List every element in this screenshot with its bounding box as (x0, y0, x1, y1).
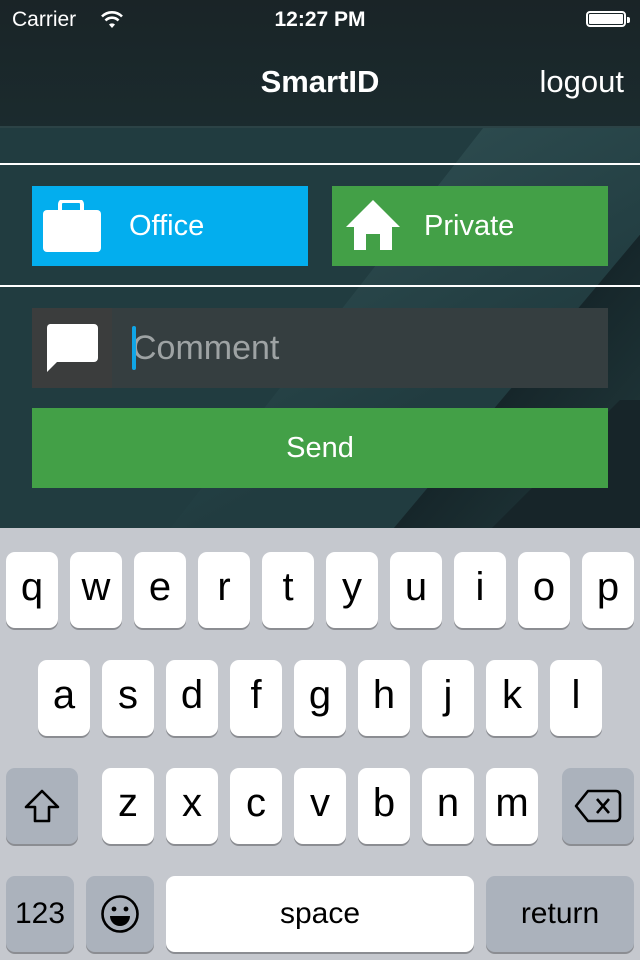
key-j[interactable]: j (422, 660, 474, 736)
office-label: Office (129, 210, 205, 242)
key-h[interactable]: h (358, 660, 410, 736)
key-u[interactable]: u (390, 552, 442, 628)
comment-input[interactable] (132, 308, 602, 388)
key-o[interactable]: o (518, 552, 570, 628)
key-z[interactable]: z (102, 768, 154, 844)
text-cursor (132, 326, 136, 370)
key-l[interactable]: l (550, 660, 602, 736)
briefcase-icon (43, 200, 101, 252)
office-button[interactable]: Office (32, 186, 308, 266)
key-q[interactable]: q (6, 552, 58, 628)
key-f[interactable]: f (230, 660, 282, 736)
key-v[interactable]: v (294, 768, 346, 844)
keyboard: 123 space return qwertyuiop asdfghjkl zxcv… (0, 528, 640, 960)
return-key[interactable]: return (486, 876, 634, 952)
space-key[interactable]: space (166, 876, 474, 952)
key-d[interactable]: d (166, 660, 218, 736)
logout-button[interactable]: logout (540, 64, 624, 100)
key-b[interactable]: b (358, 768, 410, 844)
key-m[interactable]: m (486, 768, 538, 844)
key-t[interactable]: t (262, 552, 314, 628)
key-x[interactable]: x (166, 768, 218, 844)
numbers-key[interactable]: 123 (6, 876, 74, 952)
shift-icon (24, 789, 60, 823)
private-label: Private (424, 210, 515, 242)
comment-icon-container (32, 308, 112, 388)
key-k[interactable]: k (486, 660, 538, 736)
backspace-icon (574, 789, 622, 823)
key-p[interactable]: p (582, 552, 634, 628)
key-i[interactable]: i (454, 552, 506, 628)
key-s[interactable]: s (102, 660, 154, 736)
home-icon (346, 200, 400, 250)
emoji-key[interactable] (86, 876, 154, 952)
emoji-icon (101, 895, 139, 933)
key-n[interactable]: n (422, 768, 474, 844)
key-w[interactable]: w (70, 552, 122, 628)
key-y[interactable]: y (326, 552, 378, 628)
private-button[interactable]: Private (332, 186, 608, 266)
comment-field[interactable] (32, 308, 608, 388)
delete-key[interactable] (562, 768, 634, 844)
status-time: 12:27 PM (274, 8, 366, 31)
key-g[interactable]: g (294, 660, 346, 736)
divider (0, 163, 640, 165)
key-a[interactable]: a (38, 660, 90, 736)
battery-full-icon (586, 11, 630, 27)
key-r[interactable]: r (198, 552, 250, 628)
speech-bubble-icon (46, 324, 98, 372)
send-button[interactable]: Send (32, 408, 608, 488)
key-c[interactable]: c (230, 768, 282, 844)
status-bar: Carrier 12:27 PM (0, 0, 640, 40)
shift-key[interactable] (6, 768, 78, 844)
key-e[interactable]: e (134, 552, 186, 628)
navigation-bar: Carrier 12:27 PM SmartID logout (0, 0, 640, 128)
divider (0, 285, 640, 287)
